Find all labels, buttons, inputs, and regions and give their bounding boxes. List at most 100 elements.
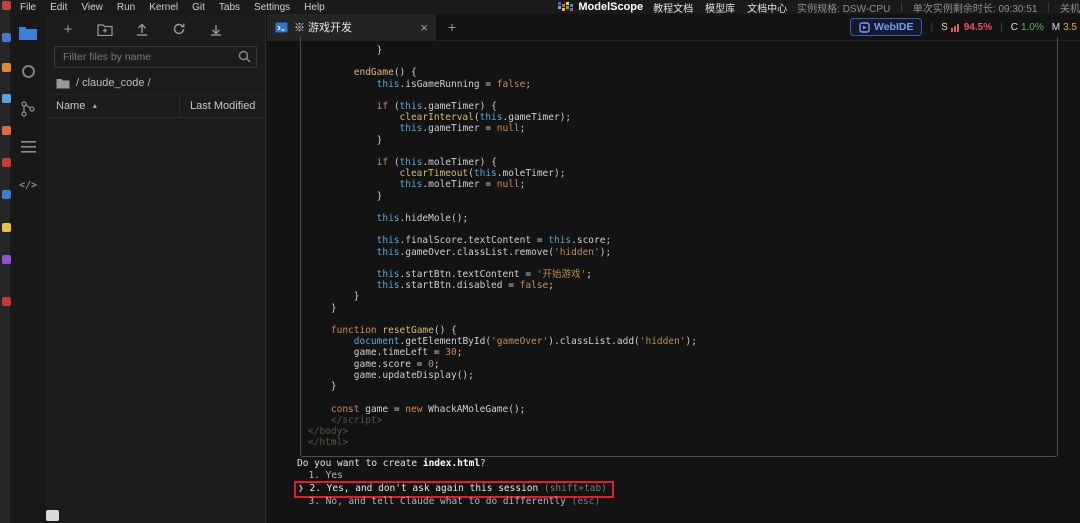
code-line: } — [308, 291, 1050, 302]
new-tab-button[interactable]: + — [437, 19, 467, 35]
file-browser-panel: + — [46, 14, 266, 523]
code-line — [308, 56, 1050, 67]
column-last-modified[interactable]: Last Modified — [180, 100, 255, 112]
divider: | — [930, 22, 933, 33]
nav-link[interactable]: 模型库 — [705, 0, 735, 14]
code-line: this.moleTimer = null; — [308, 179, 1050, 190]
code-line: } — [308, 381, 1050, 392]
browser-bookmark-strip — [0, 0, 10, 523]
tabbar-right: WebIDE | S 94.5% | C 1.0% M 3.5 — [850, 18, 1080, 36]
menu-edit[interactable]: Edit — [50, 2, 67, 13]
code-line: if (this.gameTimer) { — [308, 101, 1050, 112]
instance-spec: 实例规格: DSW-CPU — [797, 0, 890, 14]
code-line — [308, 224, 1050, 235]
menu-run[interactable]: Run — [117, 2, 135, 13]
code-line: this.startBtn.disabled = false; — [308, 280, 1050, 291]
code-line: this.finalScore.textContent = this.score… — [308, 235, 1050, 246]
code-line — [308, 202, 1050, 213]
code-line — [308, 258, 1050, 269]
menu-items: File Edit View Run Kernel Git Tabs Settings Help — [10, 2, 325, 13]
bookmark-icon[interactable] — [2, 158, 11, 167]
running-sessions-icon[interactable] — [10, 52, 46, 90]
code-line: this.gameTimer = null; — [308, 123, 1050, 134]
menu-settings[interactable]: Settings — [254, 2, 290, 13]
code-line: this.hideMole(); — [308, 213, 1050, 224]
code-line: this.startBtn.textContent = '开始游戏'; — [308, 269, 1050, 280]
code-line: </body> — [308, 426, 1050, 437]
bookmark-icon[interactable] — [2, 94, 11, 103]
file-browser-toolbar: + — [46, 14, 265, 44]
code-line: clearInterval(this.gameTimer); — [308, 112, 1050, 123]
column-name[interactable]: Name ▲ — [46, 95, 180, 117]
divider: | — [900, 2, 903, 13]
status-indicator — [46, 510, 59, 521]
code-line — [308, 146, 1050, 157]
bookmark-icon[interactable] — [2, 1, 11, 10]
new-launcher-icon[interactable]: + — [60, 21, 76, 37]
prompt-question: Do you want to create index.html? — [297, 458, 614, 470]
menu-git[interactable]: Git — [192, 2, 205, 13]
prompt-option-2[interactable]: ❯ 2. Yes, and don't ask again this sessi… — [297, 483, 614, 496]
code-line: } — [308, 303, 1050, 314]
code-line: game.score = 0; — [308, 359, 1050, 370]
menu-bar: File Edit View Run Kernel Git Tabs Settings Help… — [10, 0, 1080, 14]
cpu-stat: C 1.0% — [1011, 22, 1044, 33]
sort-caret-icon: ▲ — [91, 103, 98, 110]
breadcrumb[interactable]: / claude_code / — [46, 72, 265, 94]
code-line: const game = new WhackAMoleGame(); — [308, 404, 1050, 415]
new-folder-icon[interactable] — [97, 21, 113, 37]
code-line — [308, 90, 1050, 101]
git-icon[interactable] — [10, 90, 46, 128]
git-clone-icon[interactable] — [208, 21, 224, 37]
brand-name: ModelScope — [578, 1, 643, 13]
divider: | — [1047, 2, 1050, 13]
shutdown-link[interactable]: 关机 — [1060, 0, 1080, 14]
code-line: this.isGameRunning = false; — [308, 79, 1050, 90]
bookmark-icon[interactable] — [2, 63, 11, 72]
bookmark-icon[interactable] — [2, 223, 11, 232]
bookmark-icon[interactable] — [2, 297, 11, 306]
menu-tabs[interactable]: Tabs — [219, 2, 240, 13]
modelscope-logo: ModelScope — [558, 1, 643, 13]
file-list-headers: Name ▲ Last Modified — [46, 94, 265, 118]
modelscope-dots-icon — [558, 2, 574, 13]
code-line: </script> — [308, 415, 1050, 426]
webide-button[interactable]: WebIDE — [850, 18, 922, 36]
breadcrumb-path[interactable]: / claude_code / — [76, 77, 151, 89]
code-line: clearTimeout(this.moleTimer); — [308, 168, 1050, 179]
nav-link[interactable]: 教程文档 — [653, 0, 693, 14]
code-block: } endGame() { this.isGameRunning = false… — [300, 37, 1058, 457]
table-of-contents-icon[interactable] — [10, 128, 46, 166]
tab-close-icon[interactable]: × — [420, 21, 428, 34]
bookmark-icon[interactable] — [2, 190, 11, 199]
permission-prompt: Do you want to create index.html? 1. Yes… — [297, 458, 614, 509]
prompt-option-3[interactable]: 3. No, and tell Claude what to do differ… — [297, 496, 614, 508]
code-line: endGame() { — [308, 67, 1050, 78]
upload-icon[interactable] — [134, 21, 150, 37]
menu-file[interactable]: File — [20, 2, 36, 13]
file-filter — [54, 46, 257, 68]
file-filter-input[interactable] — [54, 46, 257, 68]
menubar-right: ModelScope 教程文档模型库文档中心 实例规格: DSW-CPU | 单… — [558, 0, 1080, 14]
search-icon — [238, 50, 251, 68]
menu-view[interactable]: View — [81, 2, 103, 13]
bookmark-icon[interactable] — [2, 126, 11, 135]
bookmark-icon[interactable] — [2, 33, 11, 42]
refresh-icon[interactable] — [171, 21, 187, 37]
memory-stat: M 3.5 — [1052, 22, 1077, 33]
top-nav: 教程文档模型库文档中心 — [653, 0, 787, 14]
file-browser-icon[interactable] — [10, 14, 46, 52]
signal-bars-icon — [951, 22, 961, 32]
activity-bar: </> — [10, 14, 46, 523]
code-line: </html> — [308, 437, 1050, 448]
menu-help[interactable]: Help — [304, 2, 325, 13]
extensions-icon[interactable]: </> — [10, 166, 46, 204]
session-time: 单次实例剩余时长: 09:30:51 — [913, 0, 1037, 14]
code-line: game.timeLeft = 30; — [308, 347, 1050, 358]
bookmark-icon[interactable] — [2, 255, 11, 264]
menu-kernel[interactable]: Kernel — [149, 2, 178, 13]
terminal-output: } endGame() { this.isGameRunning = false… — [267, 41, 1080, 523]
nav-link[interactable]: 文档中心 — [747, 0, 787, 14]
code-line: } — [308, 45, 1050, 56]
main-area: ※ 游戏开发 × + WebIDE | S 94 — [267, 14, 1080, 523]
